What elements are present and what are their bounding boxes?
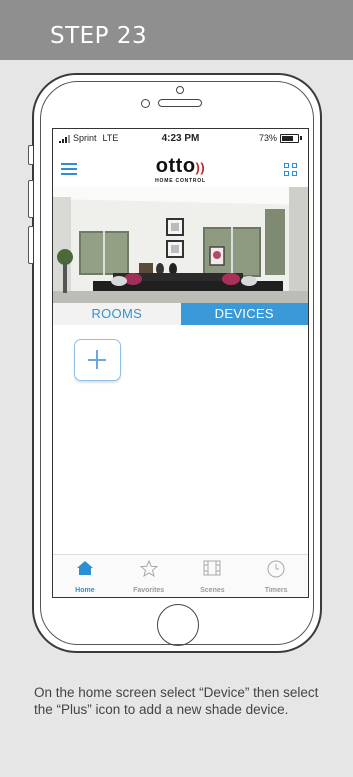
status-bar: Sprint LTE 4:23 PM 73% [53, 129, 308, 149]
nav-scenes-label: Scenes [200, 587, 225, 594]
clock-icon [267, 560, 285, 578]
wifi-wave-icon: )) [195, 160, 206, 175]
phone-home-button [157, 604, 199, 646]
nav-timers[interactable]: Timers [244, 555, 308, 597]
app-screen: Sprint LTE 4:23 PM 73% otto)) HOME CONTR… [52, 128, 309, 598]
earpiece-speaker [158, 99, 202, 107]
home-icon [76, 561, 93, 575]
room-hero-image [53, 187, 308, 303]
app-bar: otto)) HOME CONTROL [53, 151, 308, 185]
status-battery: 73% [259, 133, 302, 143]
room-device-tabs: ROOMS DEVICES [53, 303, 308, 325]
front-camera [141, 99, 150, 108]
nav-scenes[interactable]: Scenes [181, 555, 245, 597]
step-title: STEP 23 [50, 23, 148, 49]
logo-subtitle: HOME CONTROL [155, 178, 206, 184]
logo-text: otto [155, 155, 196, 177]
step-header: STEP 23 [0, 0, 353, 60]
film-icon [203, 560, 221, 576]
nav-home[interactable]: Home [53, 555, 117, 597]
battery-icon [280, 133, 299, 143]
tab-rooms[interactable]: ROOMS [53, 303, 181, 325]
step-instructions: On the home screen select “Device” then … [34, 685, 319, 717]
add-device-button[interactable] [74, 339, 121, 381]
battery-tip [300, 136, 302, 140]
bottom-nav: Home Favorites Scenes Timers [53, 554, 308, 597]
star-icon [139, 560, 158, 577]
grid-view-icon[interactable] [284, 163, 298, 177]
battery-percent: 73% [258, 133, 277, 143]
nav-home-label: Home [75, 587, 95, 594]
nav-timers-label: Timers [264, 587, 288, 594]
nav-favorites-label: Favorites [133, 587, 165, 594]
proximity-sensor [176, 86, 184, 94]
phone-volume-down [28, 226, 33, 264]
otto-logo: otto)) HOME CONTROL [53, 155, 308, 184]
nav-favorites[interactable]: Favorites [117, 555, 181, 597]
phone-volume-up [28, 180, 33, 218]
phone-mute-switch [28, 145, 33, 165]
tab-devices[interactable]: DEVICES [180, 303, 308, 325]
